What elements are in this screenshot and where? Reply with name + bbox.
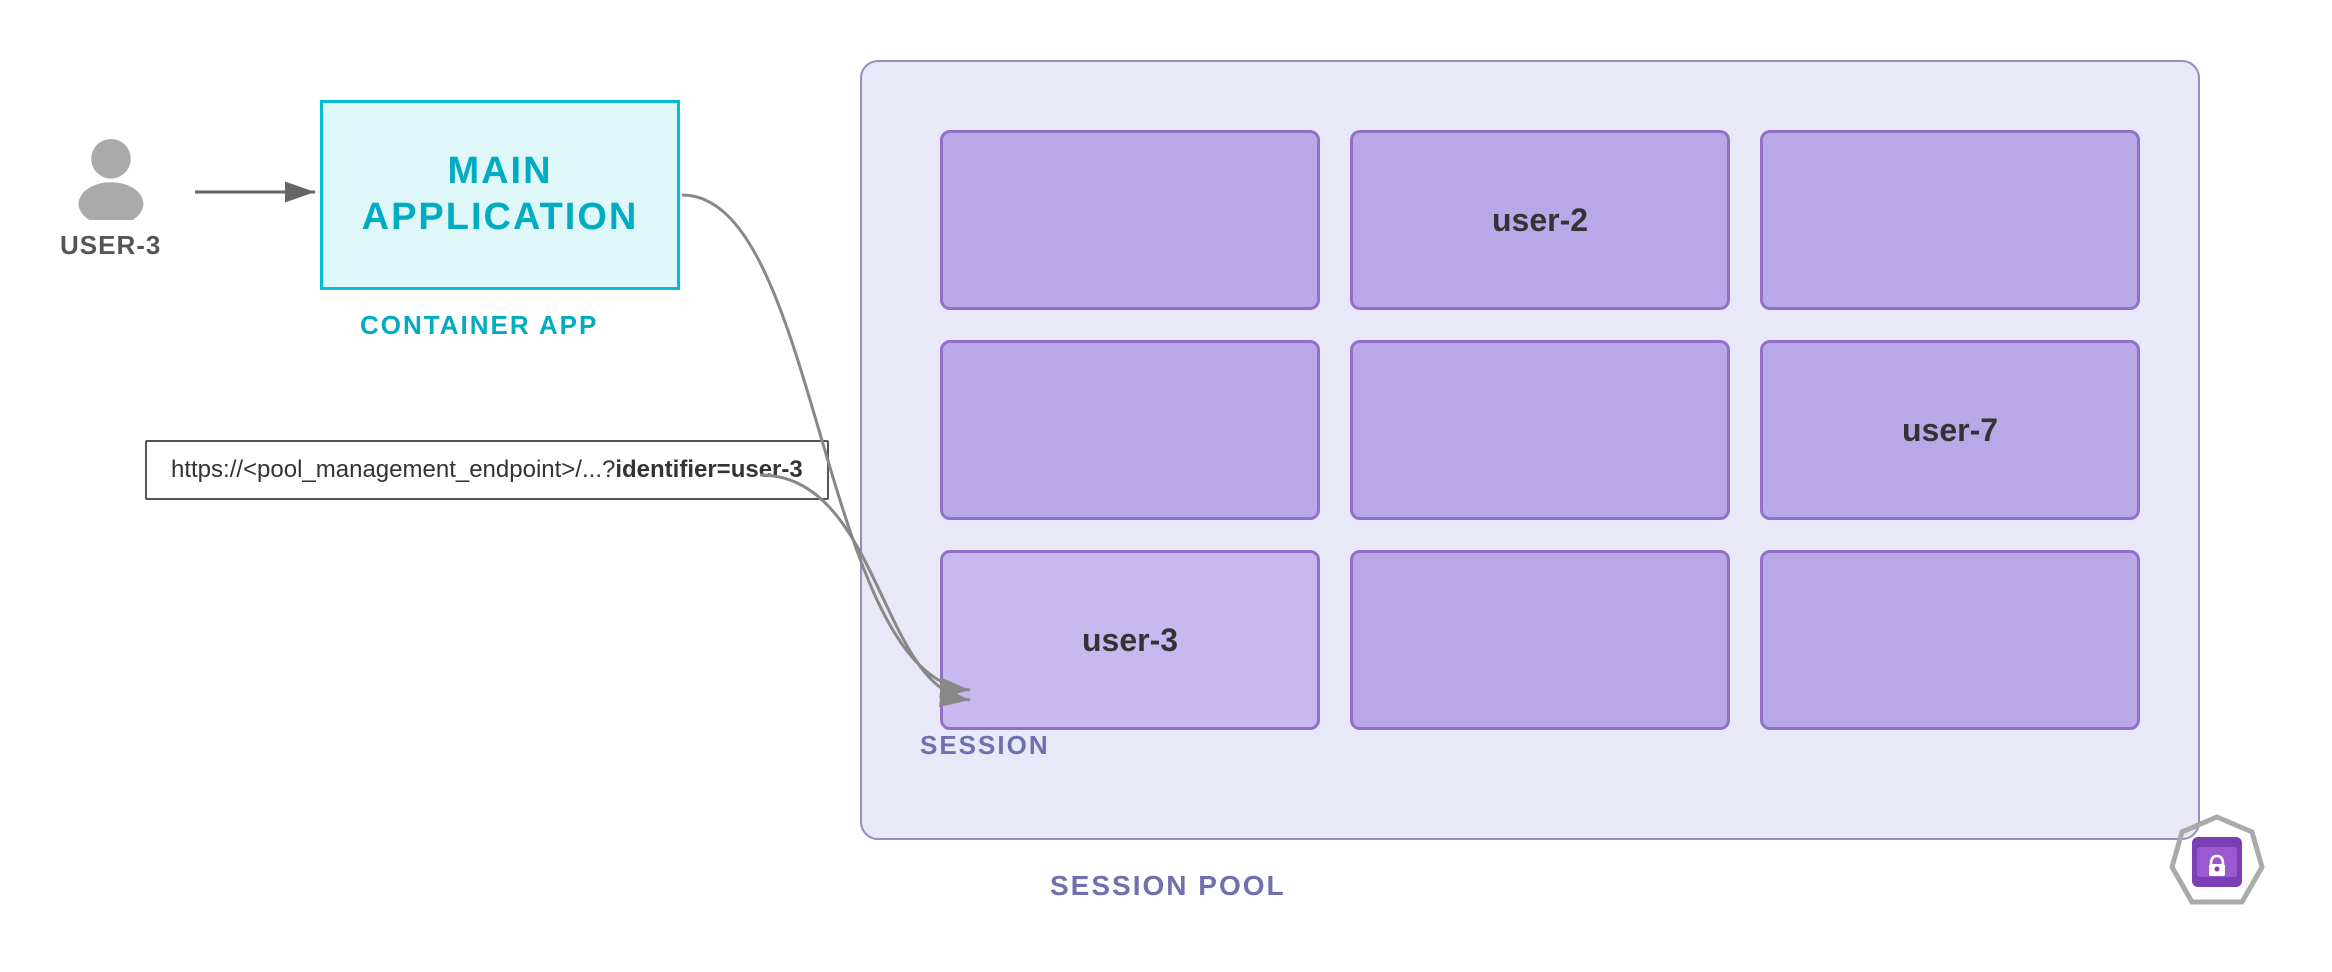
diagram-container: USER-3 MAINAPPLICATION CONTAINER APP htt…	[0, 0, 2332, 972]
session-item-2: user-2	[1350, 130, 1730, 310]
session-grid: user-2 user-7 user-3	[900, 90, 2180, 770]
url-prefix: https://<pool_management_endpoint>/...?	[171, 456, 615, 483]
user-label: USER-3	[60, 230, 161, 261]
container-app-label: CONTAINER APP	[360, 310, 598, 341]
url-box: https://<pool_management_endpoint>/...?i…	[145, 440, 829, 500]
azure-icon	[2162, 812, 2272, 912]
session-item-8	[1350, 550, 1730, 730]
session-item-5	[1350, 340, 1730, 520]
main-app-box: MAINAPPLICATION	[320, 100, 680, 290]
session-item-user3: user-3	[940, 550, 1320, 730]
url-bold: identifier=user-3	[615, 456, 802, 483]
session-item-4	[940, 340, 1320, 520]
main-app-label: MAINAPPLICATION	[362, 149, 639, 240]
user-figure: USER-3	[60, 130, 161, 261]
session-item-9	[1760, 550, 2140, 730]
session-item-3	[1760, 130, 2140, 310]
session-label: SESSION	[920, 730, 1050, 761]
session-pool-label: SESSION POOL	[1050, 870, 1286, 902]
user-icon	[66, 130, 156, 220]
session-item-6: user-7	[1760, 340, 2140, 520]
session-item-1	[940, 130, 1320, 310]
